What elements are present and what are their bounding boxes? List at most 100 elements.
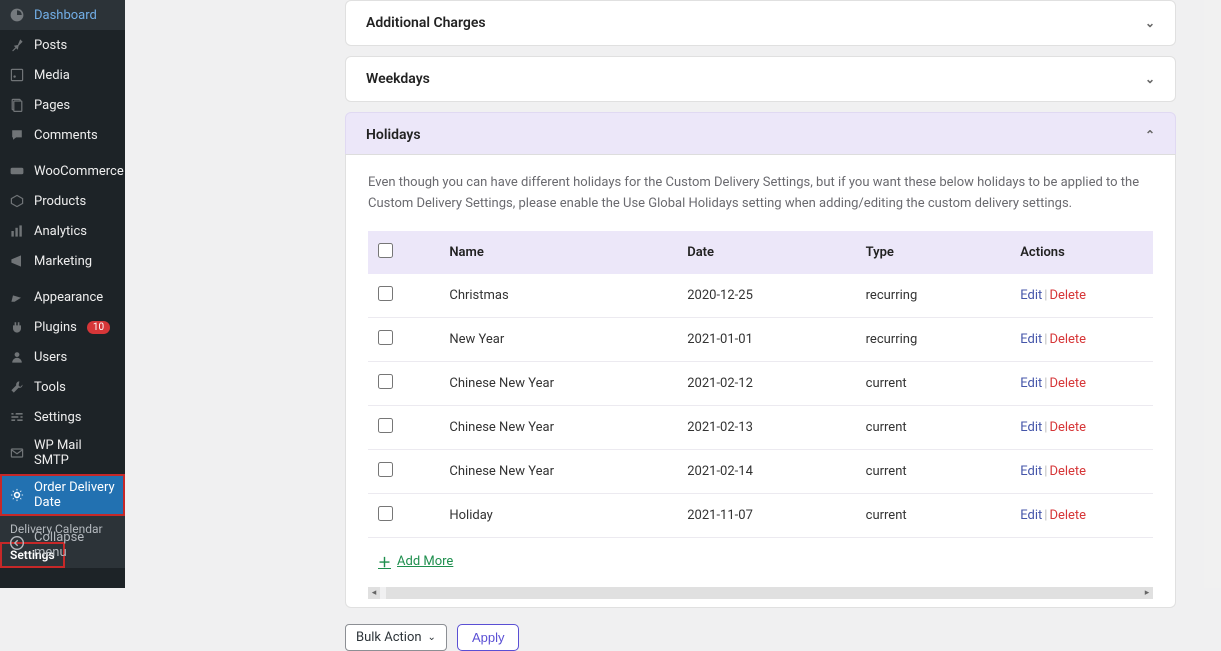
panel-holidays[interactable]: Holidays ⌃	[345, 112, 1176, 158]
sidebar-item-label: Plugins	[34, 320, 77, 335]
products-icon	[8, 192, 26, 210]
sidebar-item-label: Pages	[34, 98, 70, 113]
analytics-icon	[8, 222, 26, 240]
pin-icon	[8, 36, 26, 54]
cell-name: Chinese New Year	[439, 449, 677, 493]
horizontal-scrollbar[interactable]: ◂ ▸	[368, 587, 1153, 599]
row-checkbox[interactable]	[378, 330, 393, 345]
panel-title: Weekdays	[366, 71, 430, 87]
delete-link[interactable]: Delete	[1049, 288, 1086, 303]
collapse-label: Collapse menu	[34, 530, 115, 560]
row-checkbox[interactable]	[378, 374, 393, 389]
action-separator: |	[1044, 332, 1047, 347]
row-checkbox[interactable]	[378, 462, 393, 477]
sidebar-item-pages[interactable]: Pages	[0, 90, 125, 120]
sidebar-item-users[interactable]: Users	[0, 342, 125, 372]
cell-date: 2021-01-01	[677, 317, 855, 361]
cell-name: Chinese New Year	[439, 405, 677, 449]
panel-weekdays[interactable]: Weekdays ⌄	[345, 56, 1176, 102]
tools-icon	[8, 378, 26, 396]
cell-type: recurring	[856, 274, 1011, 318]
sidebar-item-comments[interactable]: Comments	[0, 120, 125, 150]
cell-date: 2021-11-07	[677, 493, 855, 537]
sidebar-item-marketing[interactable]: Marketing	[0, 246, 125, 276]
cell-date: 2021-02-14	[677, 449, 855, 493]
sidebar-item-order-delivery-date[interactable]: Order Delivery Date	[0, 474, 125, 516]
chevron-up-icon: ⌃	[1145, 128, 1155, 142]
edit-link[interactable]: Edit	[1020, 376, 1042, 391]
sidebar-item-label: Users	[34, 350, 67, 365]
sidebar-item-posts[interactable]: Posts	[0, 30, 125, 60]
edit-link[interactable]: Edit	[1020, 420, 1042, 435]
row-checkbox[interactable]	[378, 506, 393, 521]
sidebar-item-appearance[interactable]: Appearance	[0, 282, 125, 312]
delete-link[interactable]: Delete	[1049, 508, 1086, 523]
sidebar-item-label: Posts	[34, 38, 67, 53]
scroll-right-arrow[interactable]: ▸	[1141, 587, 1153, 599]
bulk-action-select[interactable]: Bulk Action ⌄	[345, 624, 447, 651]
table-row: Chinese New Year2021-02-13currentEdit|De…	[368, 405, 1153, 449]
cell-type: current	[856, 493, 1011, 537]
sidebar-item-woocommerce[interactable]: WooCommerce	[0, 156, 125, 186]
sidebar-item-label: Comments	[34, 128, 98, 143]
dashboard-icon	[8, 6, 26, 24]
chevron-down-icon: ⌄	[428, 632, 436, 643]
delete-link[interactable]: Delete	[1049, 420, 1086, 435]
edit-link[interactable]: Edit	[1020, 508, 1042, 523]
chevron-down-icon: ⌄	[1145, 16, 1155, 30]
gear-icon	[8, 486, 26, 504]
mail-icon	[8, 444, 26, 462]
holidays-table: Name Date Type Actions Christmas2020-12-…	[368, 231, 1153, 538]
action-separator: |	[1044, 464, 1047, 479]
sidebar-item-tools[interactable]: Tools	[0, 372, 125, 402]
cell-actions: Edit|Delete	[1010, 317, 1153, 361]
chevron-down-icon: ⌄	[1145, 72, 1155, 86]
sidebar-item-analytics[interactable]: Analytics	[0, 216, 125, 246]
sidebar-item-settings[interactable]: Settings	[0, 402, 125, 432]
select-all-checkbox[interactable]	[378, 243, 393, 258]
sidebar-item-label: Products	[34, 194, 86, 209]
sidebar-item-label: WP Mail SMTP	[34, 438, 117, 468]
delete-link[interactable]: Delete	[1049, 464, 1086, 479]
sidebar-item-wp-mail-smtp[interactable]: WP Mail SMTP	[0, 432, 125, 474]
marketing-icon	[8, 252, 26, 270]
woocommerce-icon	[8, 162, 26, 180]
collapse-menu[interactable]: Collapse menu	[0, 522, 125, 568]
cell-date: 2020-12-25	[677, 274, 855, 318]
comments-icon	[8, 126, 26, 144]
cell-date: 2021-02-12	[677, 361, 855, 405]
sidebar-item-dashboard[interactable]: Dashboard	[0, 0, 125, 30]
cell-actions: Edit|Delete	[1010, 361, 1153, 405]
sidebar-item-products[interactable]: Products	[0, 186, 125, 216]
edit-link[interactable]: Edit	[1020, 332, 1042, 347]
edit-link[interactable]: Edit	[1020, 464, 1042, 479]
panel-title: Additional Charges	[366, 15, 486, 31]
row-checkbox[interactable]	[378, 418, 393, 433]
panel-additional-charges[interactable]: Additional Charges ⌄	[345, 0, 1176, 46]
cell-actions: Edit|Delete	[1010, 274, 1153, 318]
add-more-link[interactable]: ＋ Add More	[378, 552, 453, 571]
scroll-track[interactable]	[386, 587, 1145, 599]
settings-icon	[8, 408, 26, 426]
sidebar-item-media[interactable]: Media	[0, 60, 125, 90]
users-icon	[8, 348, 26, 366]
main-content: Additional Charges ⌄ Weekdays ⌄ Holidays…	[125, 0, 1196, 588]
row-checkbox[interactable]	[378, 286, 393, 301]
apply-button[interactable]: Apply	[457, 624, 520, 651]
delete-link[interactable]: Delete	[1049, 376, 1086, 391]
cell-date: 2021-02-13	[677, 405, 855, 449]
cell-name: Chinese New Year	[439, 361, 677, 405]
scroll-left-arrow[interactable]: ◂	[368, 587, 380, 599]
delete-link[interactable]: Delete	[1049, 332, 1086, 347]
sidebar-item-label: Dashboard	[34, 8, 97, 23]
sidebar-item-plugins[interactable]: Plugins10	[0, 312, 125, 342]
edit-link[interactable]: Edit	[1020, 288, 1042, 303]
page-scrollbar[interactable]	[1204, 0, 1221, 588]
action-separator: |	[1044, 376, 1047, 391]
cell-name: Christmas	[439, 274, 677, 318]
bulk-select-label: Bulk Action	[356, 630, 422, 645]
action-separator: |	[1044, 508, 1047, 523]
sidebar-item-label: Settings	[34, 410, 81, 425]
cell-actions: Edit|Delete	[1010, 405, 1153, 449]
appearance-icon	[8, 288, 26, 306]
